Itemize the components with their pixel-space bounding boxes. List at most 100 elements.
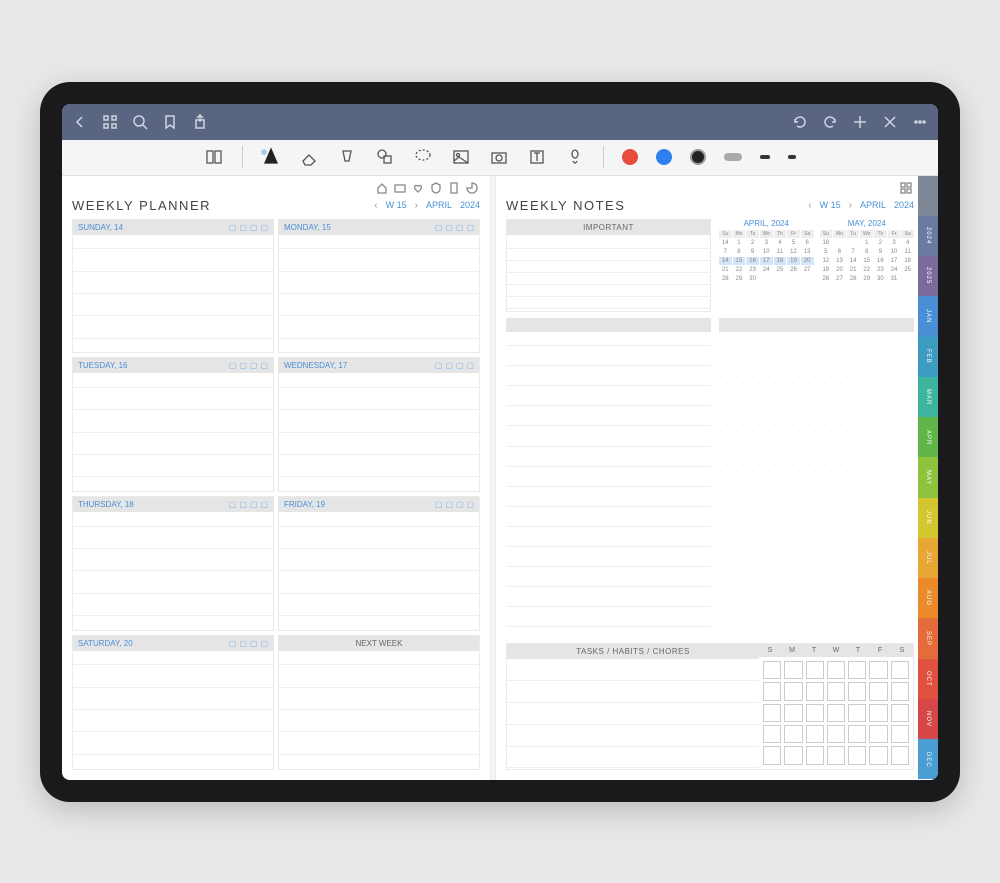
side-tab[interactable]: 2025 [918, 256, 938, 296]
color-black[interactable] [690, 149, 706, 165]
side-tab[interactable]: 2024 [918, 216, 938, 256]
close-icon[interactable] [882, 114, 898, 130]
day-cell[interactable]: THURSDAY, 18▢▢▢▢ [72, 496, 274, 631]
shield-icon[interactable] [430, 182, 442, 194]
day-mini-icon[interactable]: ▢ [260, 500, 268, 509]
eraser-tool-icon[interactable] [299, 147, 319, 167]
task-checkbox[interactable] [848, 661, 866, 679]
share-icon[interactable] [192, 114, 208, 130]
task-checkbox[interactable] [763, 746, 781, 764]
undo-icon[interactable] [792, 114, 808, 130]
shapes-tool-icon[interactable] [375, 147, 395, 167]
week-link[interactable]: W 15 [386, 200, 407, 210]
side-tab[interactable]: AUG [918, 578, 938, 618]
day-cell[interactable]: TUESDAY, 16▢▢▢▢ [72, 357, 274, 492]
task-checkbox[interactable] [806, 704, 824, 722]
side-tab[interactable]: SEP [918, 618, 938, 658]
day-mini-icon[interactable]: ▢ [239, 500, 247, 509]
stroke-small[interactable] [788, 155, 796, 159]
task-checkbox[interactable] [891, 746, 909, 764]
task-checkbox[interactable] [848, 746, 866, 764]
side-tab[interactable]: JUN [918, 498, 938, 538]
day-cell[interactable]: MONDAY, 15▢▢▢▢ [278, 219, 480, 354]
lasso-tool-icon[interactable] [413, 147, 433, 167]
image-tool-icon[interactable] [451, 147, 471, 167]
day-mini-icon[interactable]: ▢ [250, 500, 258, 509]
day-mini-icon[interactable]: ▢ [445, 361, 453, 370]
task-checkbox[interactable] [891, 661, 909, 679]
side-tab[interactable]: NOV [918, 699, 938, 739]
task-checkbox[interactable] [784, 746, 802, 764]
day-mini-icon[interactable]: ▢ [260, 361, 268, 370]
day-mini-icon[interactable]: ▢ [466, 361, 474, 370]
day-mini-icon[interactable]: ▢ [445, 223, 453, 232]
redo-icon[interactable] [822, 114, 838, 130]
day-mini-icon[interactable]: ▢ [250, 223, 258, 232]
day-mini-icon[interactable]: ▢ [239, 639, 247, 648]
task-checkbox[interactable] [784, 661, 802, 679]
camera-tool-icon[interactable] [489, 147, 509, 167]
task-checkbox[interactable] [869, 725, 887, 743]
side-tab[interactable]: JUL [918, 538, 938, 578]
day-mini-icon[interactable]: ▢ [239, 223, 247, 232]
task-checkbox[interactable] [827, 746, 845, 764]
task-checkbox[interactable] [848, 682, 866, 700]
side-tab[interactable]: MAY [918, 457, 938, 497]
day-mini-icon[interactable]: ▢ [456, 223, 464, 232]
day-mini-icon[interactable]: ▢ [445, 500, 453, 509]
next-week-icon-r[interactable]: › [849, 200, 852, 211]
day-mini-icon[interactable]: ▢ [229, 223, 237, 232]
more-icon[interactable] [912, 114, 928, 130]
task-checkbox[interactable] [763, 725, 781, 743]
task-checkbox[interactable] [848, 704, 866, 722]
side-tab[interactable]: DEC [918, 739, 938, 779]
text-tool-icon[interactable] [527, 147, 547, 167]
color-blue[interactable] [656, 149, 672, 165]
task-checkbox[interactable] [763, 682, 781, 700]
mini-calendar[interactable]: APRIL, 2024SuMoTuWeThFrSa141234567891011… [719, 219, 814, 312]
link-tool-icon[interactable] [565, 147, 585, 167]
prev-week-icon[interactable]: ‹ [374, 200, 377, 211]
bookmark-icon[interactable] [162, 114, 178, 130]
day-cell[interactable]: SUNDAY, 14▢▢▢▢ [72, 219, 274, 354]
task-checkbox[interactable] [891, 704, 909, 722]
task-checkbox[interactable] [806, 746, 824, 764]
heart-icon[interactable] [412, 182, 424, 194]
task-checkbox[interactable] [784, 682, 802, 700]
read-tool-icon[interactable] [204, 147, 224, 167]
side-tab[interactable] [918, 176, 938, 216]
year-link-r[interactable]: 2024 [894, 200, 914, 210]
day-cell[interactable]: WEDNESDAY, 17▢▢▢▢ [278, 357, 480, 492]
stroke-large[interactable] [724, 153, 742, 161]
task-checkbox[interactable] [806, 682, 824, 700]
week-link-r[interactable]: W 15 [820, 200, 841, 210]
day-mini-icon[interactable]: ▢ [456, 361, 464, 370]
search-icon[interactable] [132, 114, 148, 130]
pen-tool-icon[interactable]: ✼ [261, 147, 281, 167]
color-red[interactable] [622, 149, 638, 165]
task-checkbox[interactable] [869, 682, 887, 700]
day-mini-icon[interactable]: ▢ [466, 223, 474, 232]
widget-icon[interactable] [900, 182, 912, 194]
task-checkbox[interactable] [827, 725, 845, 743]
chart-icon[interactable] [466, 182, 478, 194]
folder-icon[interactable] [394, 182, 406, 194]
back-icon[interactable] [72, 114, 88, 130]
task-checkbox[interactable] [827, 704, 845, 722]
day-mini-icon[interactable]: ▢ [229, 639, 237, 648]
task-checkbox[interactable] [763, 704, 781, 722]
grid-icon[interactable] [102, 114, 118, 130]
side-tab[interactable]: MAR [918, 377, 938, 417]
highlighter-tool-icon[interactable] [337, 147, 357, 167]
day-cell[interactable]: SATURDAY, 20▢▢▢▢ [72, 635, 274, 770]
task-checkbox[interactable] [848, 725, 866, 743]
task-checkbox[interactable] [891, 725, 909, 743]
mini-calendar[interactable]: MAY, 2024SuMoTuWeThFrSa18123456789101112… [820, 219, 915, 312]
day-mini-icon[interactable]: ▢ [435, 223, 443, 232]
task-checkbox[interactable] [806, 661, 824, 679]
stroke-medium[interactable] [760, 155, 770, 159]
side-tab[interactable]: JAN [918, 296, 938, 336]
side-tab[interactable]: FEB [918, 337, 938, 377]
day-cell[interactable]: NEXT WEEK [278, 635, 480, 770]
day-mini-icon[interactable]: ▢ [435, 361, 443, 370]
